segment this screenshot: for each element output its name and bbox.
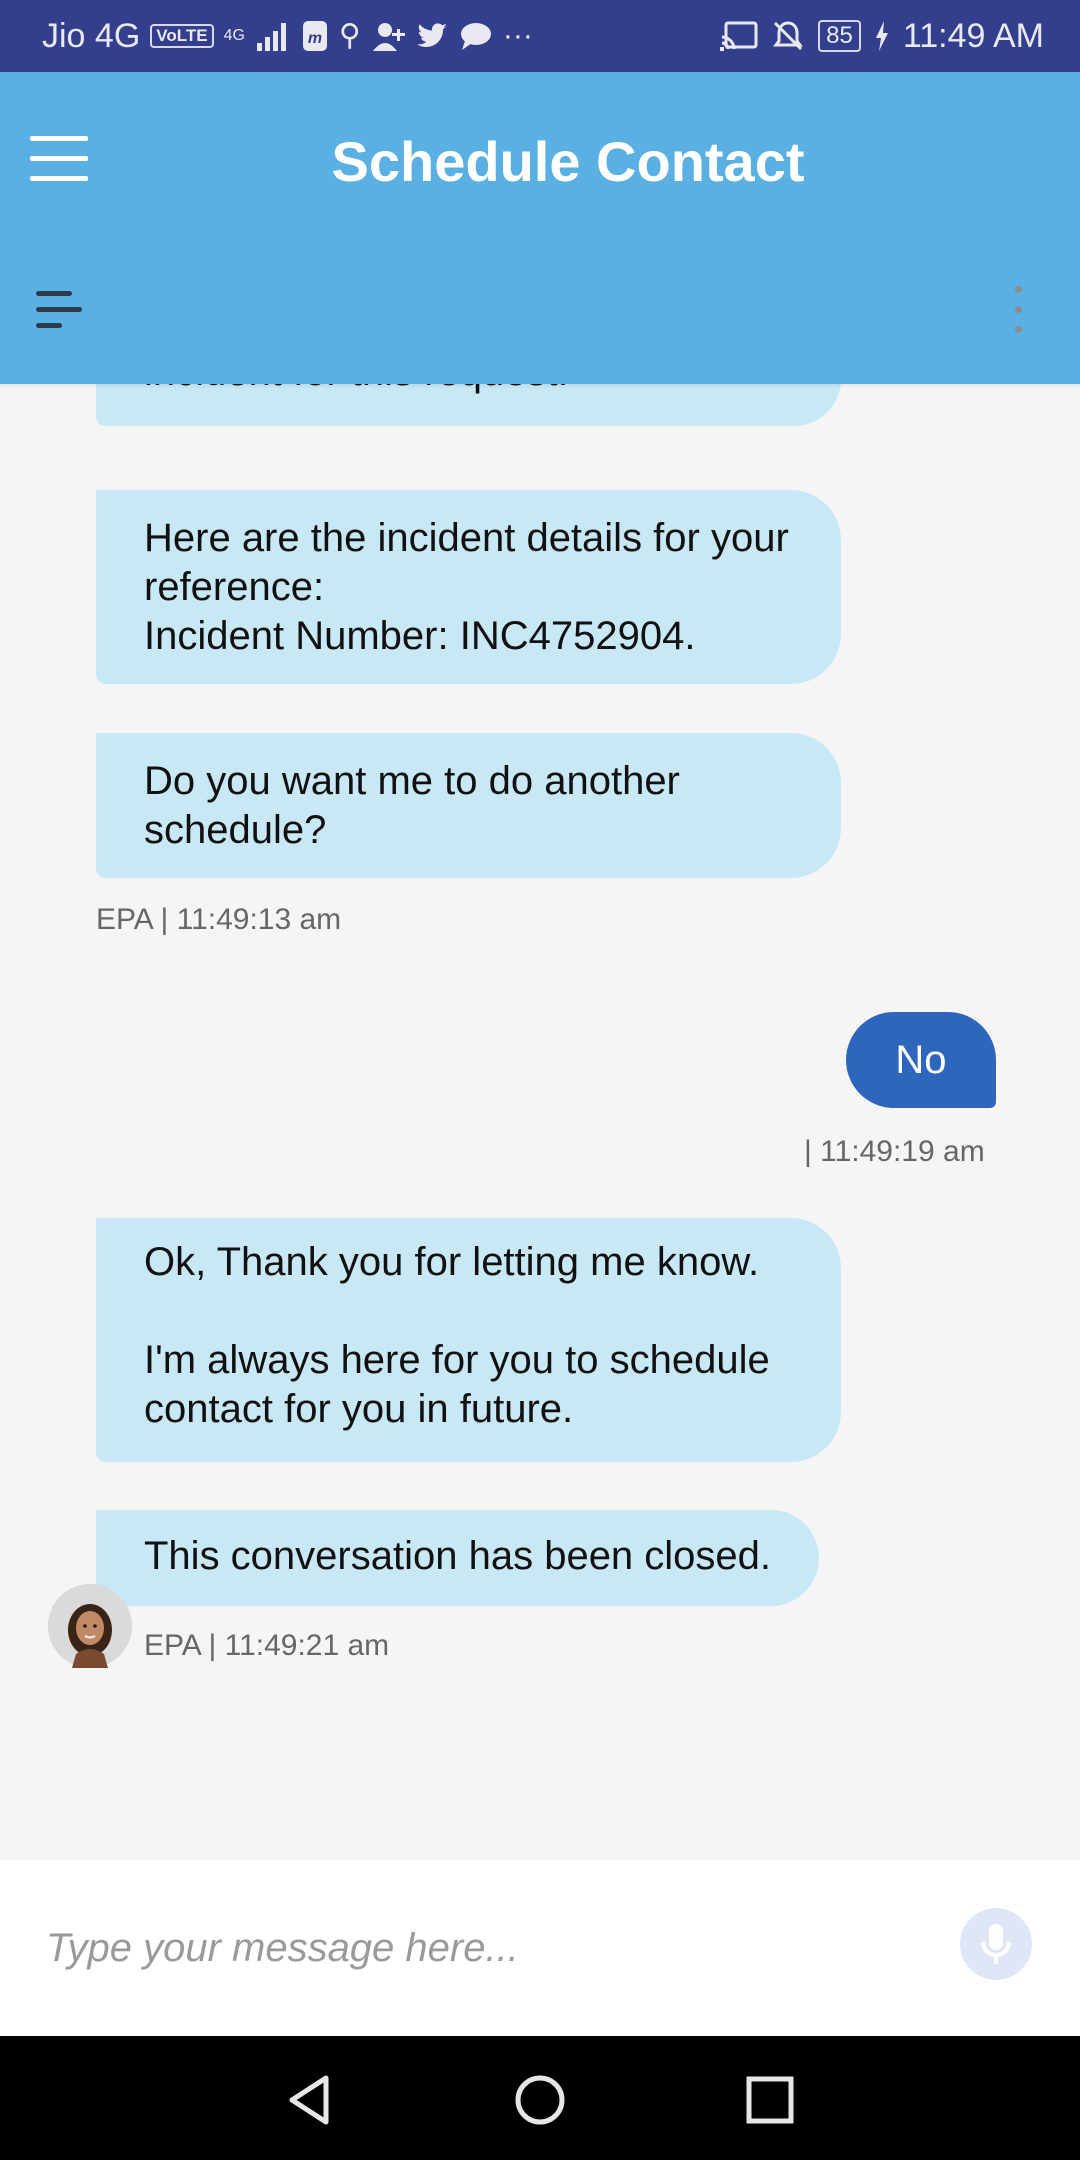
carrier-label: Jio 4G	[42, 16, 141, 55]
message-meta: EPA | 11:49:21 am	[144, 1629, 390, 1662]
usb-icon: ⚲	[338, 19, 361, 52]
twitter-icon	[416, 23, 447, 47]
bot-message: Ok, Thank you for letting me know. I'm a…	[96, 1218, 841, 1462]
app-notification-icon: m	[302, 21, 327, 51]
microphone-button[interactable]	[960, 1908, 1032, 1980]
status-time: 11:49 AM	[902, 16, 1044, 55]
more-notifications-icon: ···	[502, 19, 533, 52]
message-icon	[460, 23, 491, 50]
network-type: 4G	[223, 27, 245, 44]
microphone-icon	[981, 1924, 1011, 1964]
home-icon[interactable]	[514, 2074, 566, 2126]
message-input[interactable]	[46, 1916, 926, 1980]
message-meta: EPA | 11:49:13 am	[96, 903, 342, 936]
message-composer	[0, 1860, 1080, 2036]
svg-text:m: m	[308, 30, 322, 47]
contact-add-icon	[372, 23, 405, 51]
app-header: Schedule Contact	[0, 72, 1080, 384]
conversation-menu-icon[interactable]	[36, 287, 82, 333]
recent-apps-icon[interactable]	[744, 2074, 796, 2126]
bot-avatar	[48, 1584, 132, 1668]
bot-message: Here are the incident details for your r…	[96, 490, 841, 684]
more-options-icon[interactable]	[1010, 286, 1026, 336]
notifications-off-icon	[773, 21, 804, 51]
bot-message: Do you want me to do another schedule?	[96, 733, 841, 878]
status-left: Jio 4G VoLTE 4G m ⚲ ···	[42, 0, 533, 72]
bot-message: This conversation has been closed.	[96, 1510, 820, 1606]
cast-icon	[720, 21, 758, 51]
bot-message: incident for this request.	[96, 384, 841, 426]
charging-icon	[875, 21, 888, 51]
battery-indicator: 85	[818, 20, 861, 52]
volte-badge: VoLTE	[150, 24, 214, 48]
user-message: No	[846, 1012, 996, 1108]
back-icon[interactable]	[284, 2074, 336, 2126]
chat-thread[interactable]: incident for this request. Here are the …	[0, 384, 1080, 1860]
user-message-meta: | 11:49:19 am	[804, 1135, 985, 1168]
status-right: 85 11:49 AM	[720, 0, 1044, 72]
signal-icon	[256, 23, 286, 51]
status-bar: Jio 4G VoLTE 4G m ⚲ ··· 85 11:49 AM	[0, 0, 1080, 72]
page-title: Schedule Contact	[331, 130, 805, 193]
system-navigation-bar	[0, 2036, 1080, 2160]
